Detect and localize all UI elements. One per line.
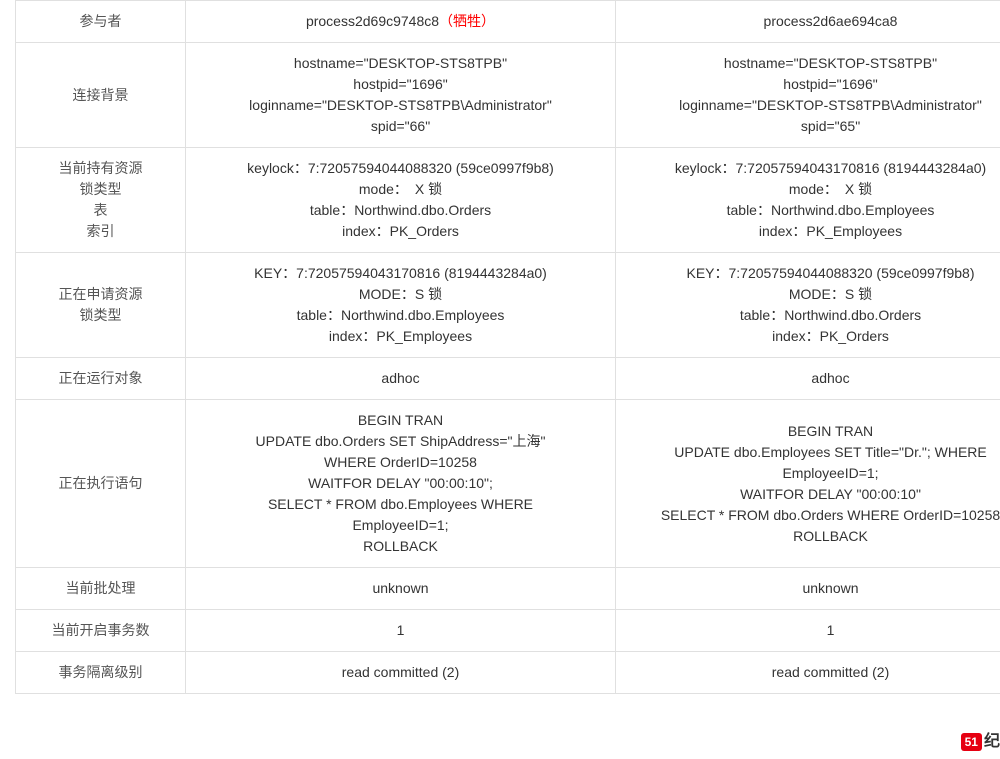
p2-id: process2d6ae694ca8: [616, 1, 1000, 43]
header-batch: 当前批处理: [16, 568, 186, 610]
watermark-logo: 51纪: [961, 727, 1000, 751]
p2-sql: BEGIN TRANUPDATE dbo.Employees SET Title…: [616, 400, 1000, 568]
p1-connection: hostname="DESKTOP-STS8TPB"hostpid="1696"…: [186, 43, 616, 148]
table-row: 参与者 process2d69c9748c8（牺牲） process2d6ae6…: [16, 1, 1000, 43]
table-row: 当前批处理 unknown unknown: [16, 568, 1000, 610]
p2-isolation: read committed (2): [616, 652, 1000, 694]
header-holding: 当前持有资源锁类型表索引: [16, 148, 186, 253]
p1-batch: unknown: [186, 568, 616, 610]
p2-connection: hostname="DESKTOP-STS8TPB"hostpid="1696"…: [616, 43, 1000, 148]
table-row: 事务隔离级别 read committed (2) read committed…: [16, 652, 1000, 694]
p1-id: process2d69c9748c8（牺牲）: [186, 1, 616, 43]
p2-batch: unknown: [616, 568, 1000, 610]
victim-marker: （牺牲）: [439, 13, 495, 29]
p1-holding: keylock：7:72057594044088320 (59ce0997f9b…: [186, 148, 616, 253]
header-connection: 连接背景: [16, 43, 186, 148]
header-requesting: 正在申请资源锁类型: [16, 253, 186, 358]
p1-sql: BEGIN TRANUPDATE dbo.Orders SET ShipAddr…: [186, 400, 616, 568]
p2-holding: keylock：7:72057594043170816 (8194443284a…: [616, 148, 1000, 253]
header-executing-sql: 正在执行语句: [16, 400, 186, 568]
logo-text: 纪: [984, 733, 1000, 750]
p2-trans-count: 1: [616, 610, 1000, 652]
header-isolation: 事务隔离级别: [16, 652, 186, 694]
p1-isolation: read committed (2): [186, 652, 616, 694]
p1-requesting: KEY：7:72057594043170816 (8194443284a0)MO…: [186, 253, 616, 358]
table-row: 正在申请资源锁类型 KEY：7:72057594043170816 (81944…: [16, 253, 1000, 358]
table-row: 当前持有资源锁类型表索引 keylock：7:72057594044088320…: [16, 148, 1000, 253]
header-participant: 参与者: [16, 1, 186, 43]
p2-requesting: KEY：7:72057594044088320 (59ce0997f9b8)MO…: [616, 253, 1000, 358]
p1-object: adhoc: [186, 358, 616, 400]
p2-object: adhoc: [616, 358, 1000, 400]
deadlock-table: 参与者 process2d69c9748c8（牺牲） process2d6ae6…: [15, 0, 1000, 694]
header-trans-count: 当前开启事务数: [16, 610, 186, 652]
table-row: 连接背景 hostname="DESKTOP-STS8TPB"hostpid="…: [16, 43, 1000, 148]
table-row: 正在运行对象 adhoc adhoc: [16, 358, 1000, 400]
table-row: 正在执行语句 BEGIN TRANUPDATE dbo.Orders SET S…: [16, 400, 1000, 568]
header-running-object: 正在运行对象: [16, 358, 186, 400]
p1-trans-count: 1: [186, 610, 616, 652]
table-row: 当前开启事务数 1 1: [16, 610, 1000, 652]
logo-badge: 51: [961, 733, 982, 751]
